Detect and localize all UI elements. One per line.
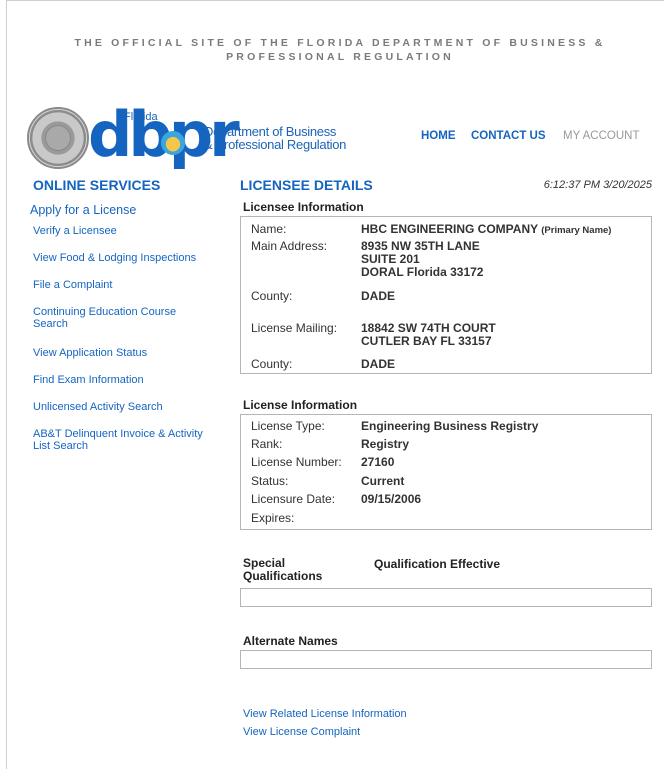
status-value: Current <box>361 474 405 488</box>
sun-icon <box>161 131 185 155</box>
license-information-title: License Information <box>243 398 358 412</box>
home-link[interactable]: HOME <box>421 130 456 142</box>
online-services-title: ONLINE SERVICES <box>33 177 161 193</box>
county2-value: DADE <box>361 357 396 371</box>
expires-label: Expires: <box>251 511 295 525</box>
license-type-label: License Type: <box>251 419 325 433</box>
logo-florida-text: Florida <box>124 111 158 123</box>
license-number-value: 27160 <box>361 455 395 469</box>
license-information-box: License Type: Engineering Business Regis… <box>240 414 652 530</box>
logo-dept-line2: & Professional Regulation <box>204 137 347 152</box>
licensee-details-title: LICENSEE DETAILS <box>240 177 373 193</box>
continuing-education-link[interactable]: Continuing Education Course Search <box>33 306 198 330</box>
licensee-information-box: Name: HBC ENGINEERING COMPANY (Primary N… <box>240 216 652 374</box>
special-qualifications-box <box>240 588 652 607</box>
unlicensed-activity-link[interactable]: Unlicensed Activity Search <box>33 401 218 413</box>
verify-licensee-link[interactable]: Verify a Licensee <box>33 225 218 237</box>
logo-department-text: Department of Business & Professional Re… <box>204 125 346 151</box>
license-mailing-value: 18842 SW 74TH COURT CUTLER BAY FL 33157 <box>361 321 496 348</box>
main-address-value: 8935 NW 35TH LANE SUITE 201 DORAL Florid… <box>361 239 484 279</box>
application-status-link[interactable]: View Application Status <box>33 347 218 359</box>
name-label: Name: <box>251 222 287 236</box>
alternate-names-box <box>240 650 652 669</box>
food-lodging-inspections-link[interactable]: View Food & Lodging Inspections <box>33 252 218 264</box>
main-address-label: Main Address: <box>251 239 328 253</box>
my-account-link[interactable]: MY ACCOUNT <box>563 130 639 142</box>
primary-name-tag: (Primary Name) <box>541 225 612 236</box>
qualification-effective-header: Qualification Effective <box>374 557 501 571</box>
site-banner: THE OFFICIAL SITE OF THE FLORIDA DEPARTM… <box>74 37 606 63</box>
county2-label: County: <box>251 357 293 371</box>
timestamp: 6:12:37 PM 3/20/2025 <box>543 179 652 191</box>
license-mailing-label: License Mailing: <box>251 321 338 335</box>
licensee-information-title: Licensee Information <box>243 200 364 214</box>
name-value: HBC ENGINEERING COMPANY (Primary Name) <box>361 222 612 237</box>
license-complaint-link[interactable]: View License Complaint <box>243 726 360 738</box>
licensure-date-label: Licensure Date: <box>251 492 336 506</box>
county-value: DADE <box>361 289 396 303</box>
rank-label: Rank: <box>251 437 283 451</box>
county-label: County: <box>251 289 293 303</box>
florida-seal-icon <box>27 107 89 169</box>
status-label: Status: <box>251 474 289 488</box>
licensure-date-value: 09/15/2006 <box>361 492 422 506</box>
abt-delinquent-invoice-link[interactable]: AB&T Delinquent Invoice & Activity List … <box>33 428 218 452</box>
alternate-names-title: Alternate Names <box>243 634 338 648</box>
related-license-link[interactable]: View Related License Information <box>243 708 407 720</box>
special-qualifications-title: Special Qualifications <box>243 556 323 583</box>
license-number-label: License Number: <box>251 455 342 469</box>
exam-information-link[interactable]: Find Exam Information <box>33 374 218 386</box>
apply-for-license-link[interactable]: Apply for a License <box>30 204 215 217</box>
license-type-value: Engineering Business Registry <box>361 419 539 433</box>
file-complaint-link[interactable]: File a Complaint <box>33 279 218 291</box>
rank-value: Registry <box>361 437 410 451</box>
contact-us-link[interactable]: CONTACT US <box>471 130 546 142</box>
